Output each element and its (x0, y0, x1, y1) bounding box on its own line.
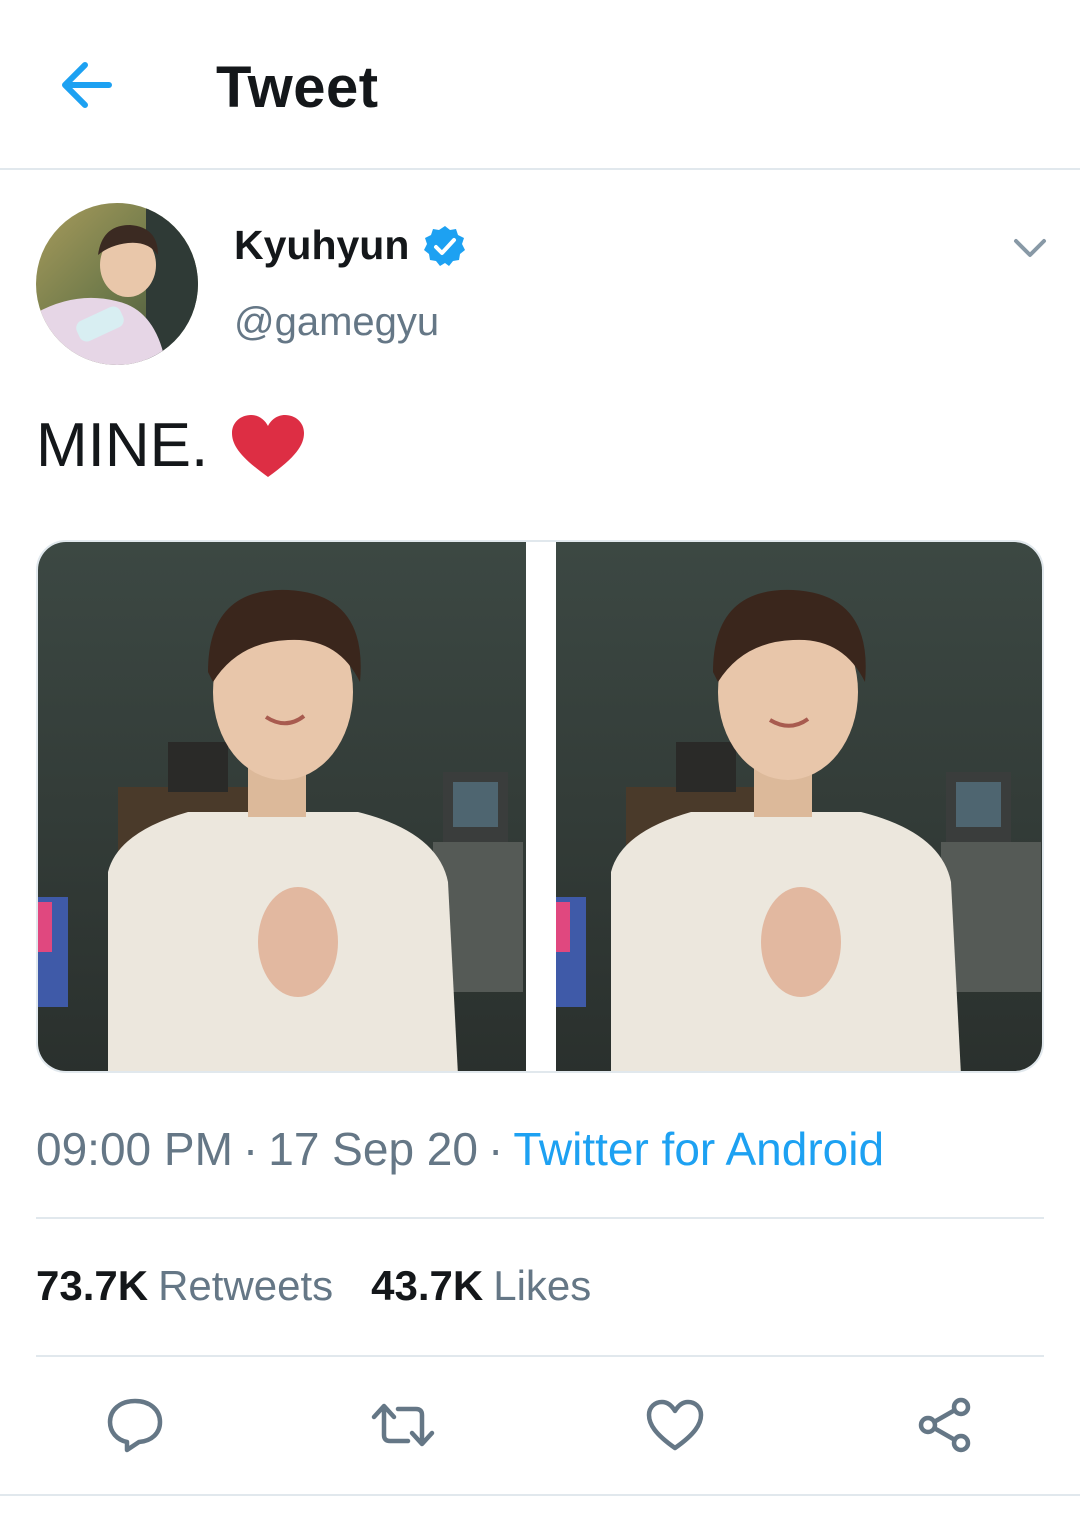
share-button[interactable] (910, 1390, 980, 1460)
back-arrow-icon (62, 62, 112, 108)
likes-label: Likes (493, 1262, 592, 1309)
retweets-stat[interactable]: 73.7K Retweets (36, 1262, 333, 1310)
tweet-meta: 09:00 PM · 17 Sep 20 · Twitter for Android (36, 1122, 884, 1176)
author-name[interactable]: Kyuhyun (234, 222, 467, 269)
tweet-source-link[interactable]: Twitter for Android (513, 1123, 884, 1175)
photo-2[interactable] (556, 542, 1042, 1071)
retweet-button[interactable] (368, 1390, 438, 1460)
red-heart-emoji-icon (232, 414, 305, 477)
likes-stat[interactable]: 43.7K Likes (371, 1262, 591, 1310)
photo-1[interactable] (38, 542, 526, 1071)
divider (36, 1217, 1044, 1219)
tweet-text: MINE. (36, 410, 306, 481)
retweet-icon (371, 1403, 435, 1447)
verified-badge-icon (424, 225, 466, 266)
tweet-text-content: MINE. (36, 411, 209, 480)
reply-icon (107, 1398, 163, 1453)
tweet-time: 09:00 PM (36, 1123, 233, 1175)
likes-count: 43.7K (371, 1262, 484, 1309)
page-title: Tweet (216, 55, 379, 120)
media-grid (36, 540, 1044, 1073)
tweet-date: 17 Sep 20 (268, 1123, 478, 1175)
author-handle[interactable]: @gamegyu (234, 300, 439, 345)
meta-separator: · (242, 1123, 259, 1175)
retweets-label: Retweets (158, 1262, 334, 1309)
like-button[interactable] (640, 1390, 710, 1460)
author-name-text: Kyuhyun (234, 222, 410, 268)
retweets-count: 73.7K (36, 1262, 149, 1309)
app-header: Tweet (0, 0, 1080, 170)
reply-button[interactable] (100, 1390, 170, 1460)
meta-separator: · (487, 1123, 504, 1175)
heart-icon (646, 1399, 704, 1451)
avatar[interactable] (36, 203, 198, 365)
divider (0, 1494, 1080, 1496)
divider (36, 1355, 1044, 1357)
tweet-stats: 73.7K Retweets 43.7K Likes (36, 1262, 629, 1310)
chevron-down-icon[interactable] (1008, 226, 1052, 270)
back-button[interactable] (52, 52, 118, 118)
share-icon (918, 1397, 971, 1453)
